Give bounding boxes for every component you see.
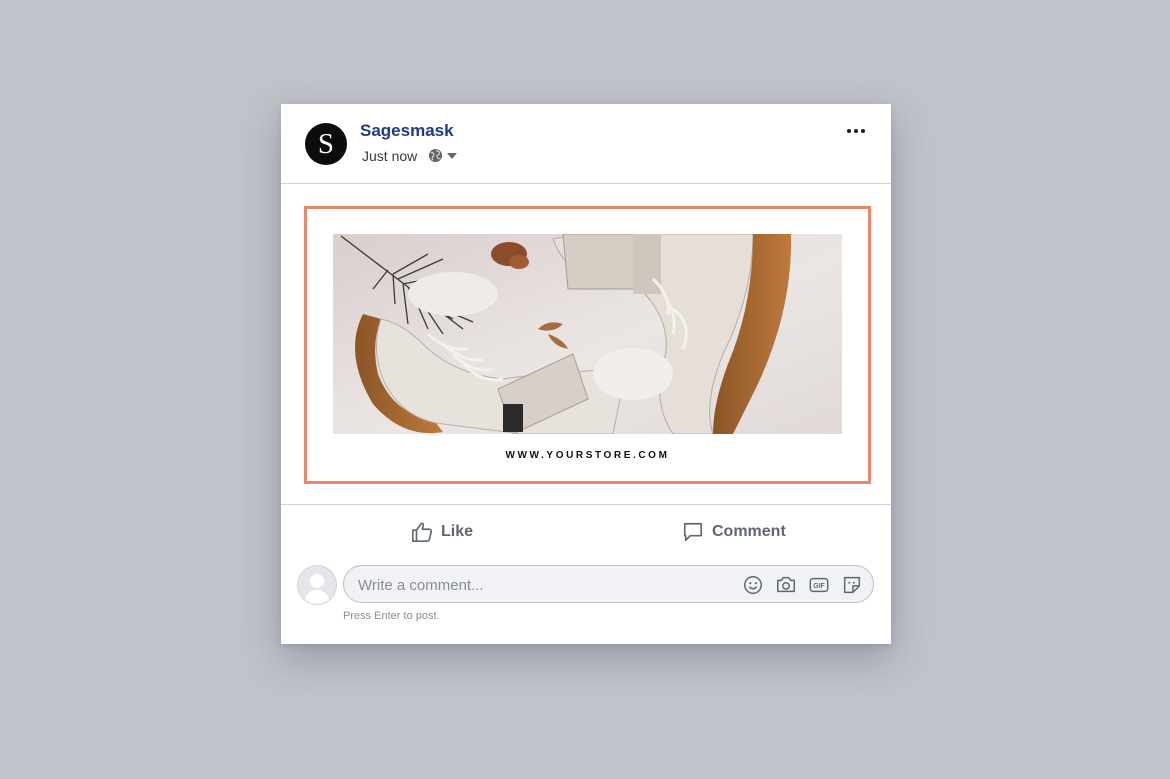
comment-button[interactable]: Comment [682, 514, 786, 550]
page-name-link[interactable]: Sagesmask [360, 121, 454, 141]
thumbs-up-icon [412, 522, 433, 542]
more-dots-icon [854, 129, 858, 133]
gif-icon[interactable]: GIF [808, 574, 830, 596]
post-actions: Like Comment [281, 506, 891, 556]
sneakers-photo [333, 234, 842, 434]
header-divider [281, 183, 891, 184]
comment-tools: GIF [742, 574, 863, 596]
like-button[interactable]: Like [411, 514, 473, 550]
sticker-icon[interactable] [841, 574, 863, 596]
more-dots-icon [861, 129, 865, 133]
privacy-selector[interactable] [428, 148, 458, 163]
comment-input[interactable] [356, 566, 730, 604]
comment-box: GIF [343, 565, 874, 604]
like-label: Like [441, 523, 474, 540]
store-url: WWW.YOURSTORE.COM [505, 450, 670, 461]
post-hint: Press Enter to post. [343, 610, 440, 622]
globe-icon [428, 148, 443, 163]
photo-divider [281, 504, 891, 505]
comment-label: Comment [712, 523, 786, 540]
chevron-down-icon [447, 152, 457, 159]
post-header: S Sagesmask Just now [281, 104, 891, 184]
comment-bubble-icon [683, 522, 703, 542]
svg-text:GIF: GIF [813, 583, 824, 590]
comment-composer: GIF Press Enter to post. [281, 564, 891, 624]
post-timestamp[interactable]: Just now [362, 148, 417, 164]
user-avatar [298, 566, 336, 604]
more-options-button[interactable] [843, 122, 869, 140]
camera-icon[interactable] [775, 574, 797, 596]
user-silhouette-icon [298, 566, 336, 604]
more-dots-icon [847, 129, 851, 133]
page-avatar[interactable]: S [305, 123, 347, 165]
post-card: S Sagesmask Just now WWW.YOURSTORE.COM L… [281, 104, 891, 644]
emoji-icon[interactable] [742, 574, 764, 596]
post-photo[interactable] [333, 234, 842, 434]
ad-frame: WWW.YOURSTORE.COM [304, 206, 871, 484]
